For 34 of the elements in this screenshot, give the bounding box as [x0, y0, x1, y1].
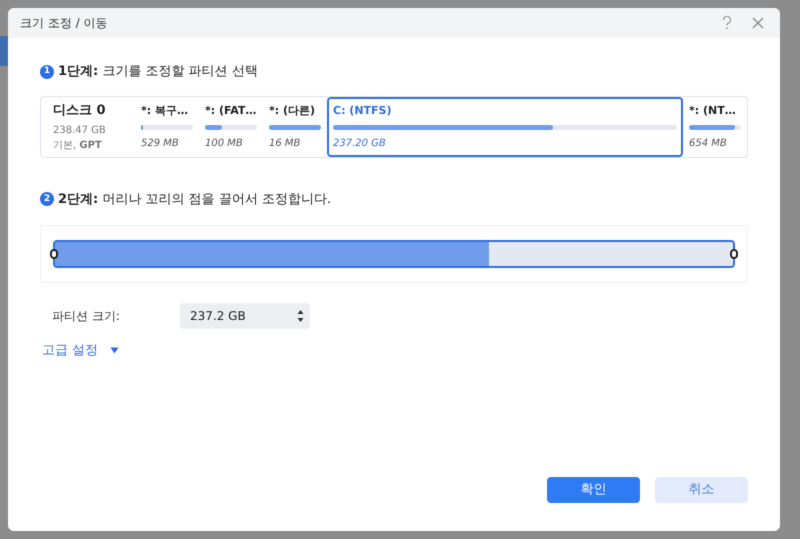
partition-size: 100 MB	[205, 137, 244, 151]
step-instruction: 1단계: 크기를 조정할 파티션 선택	[58, 63, 258, 81]
partition-size: 16 MB	[269, 137, 302, 151]
size-spinner[interactable]: 237.2 GB	[180, 303, 310, 329]
advanced-settings-toggle[interactable]: 고급 설정	[40, 341, 120, 360]
help-icon[interactable]	[722, 16, 732, 30]
sidebar-highlight	[0, 36, 8, 66]
spinner-arrows-icon[interactable]	[297, 308, 304, 324]
disk-name: 디스크 0	[53, 102, 107, 120]
window-title: 크기 조정 / 이동	[20, 15, 108, 32]
confirm-button[interactable]: 확인	[547, 477, 640, 503]
step-number: 2	[40, 192, 54, 206]
partition-name: C: (NTFS)	[333, 102, 393, 118]
step-number: 1	[40, 64, 54, 79]
partition-tile[interactable]: *: 복구… 529 MB	[135, 96, 199, 156]
step-instruction: 2단계: 머리나 꼬리의 점을 끌어서 조정합니다.	[58, 190, 332, 208]
partition-tile[interactable]: *: (다른) 16 MB	[263, 96, 327, 156]
partition-tile[interactable]: *: (FAT… 100 MB	[199, 96, 263, 156]
partition-name: *: (다른)	[269, 102, 316, 118]
left-handle[interactable]	[50, 249, 58, 259]
partition-name: *: (FAT…	[205, 102, 257, 118]
partition-size: 529 MB	[141, 137, 180, 151]
partition-size: 654 MB	[689, 137, 728, 151]
field-label: 파티션 크기:	[51, 308, 121, 325]
partition-tile[interactable]: C: (NTFS) 237.20 GB	[327, 96, 683, 156]
resize-bar[interactable]	[53, 240, 735, 268]
right-handle[interactable]	[730, 249, 738, 259]
partition-name: *: 복구…	[141, 102, 189, 118]
close-icon[interactable]	[752, 17, 764, 29]
partition-tile[interactable]: *: (NT… 654 MB	[683, 96, 747, 156]
partition-size: 237.20 GB	[333, 137, 387, 151]
partition-name: *: (NT…	[689, 102, 737, 118]
disk-type: 기본, GPT	[53, 139, 103, 153]
disk-size: 238.47 GB	[53, 124, 107, 138]
